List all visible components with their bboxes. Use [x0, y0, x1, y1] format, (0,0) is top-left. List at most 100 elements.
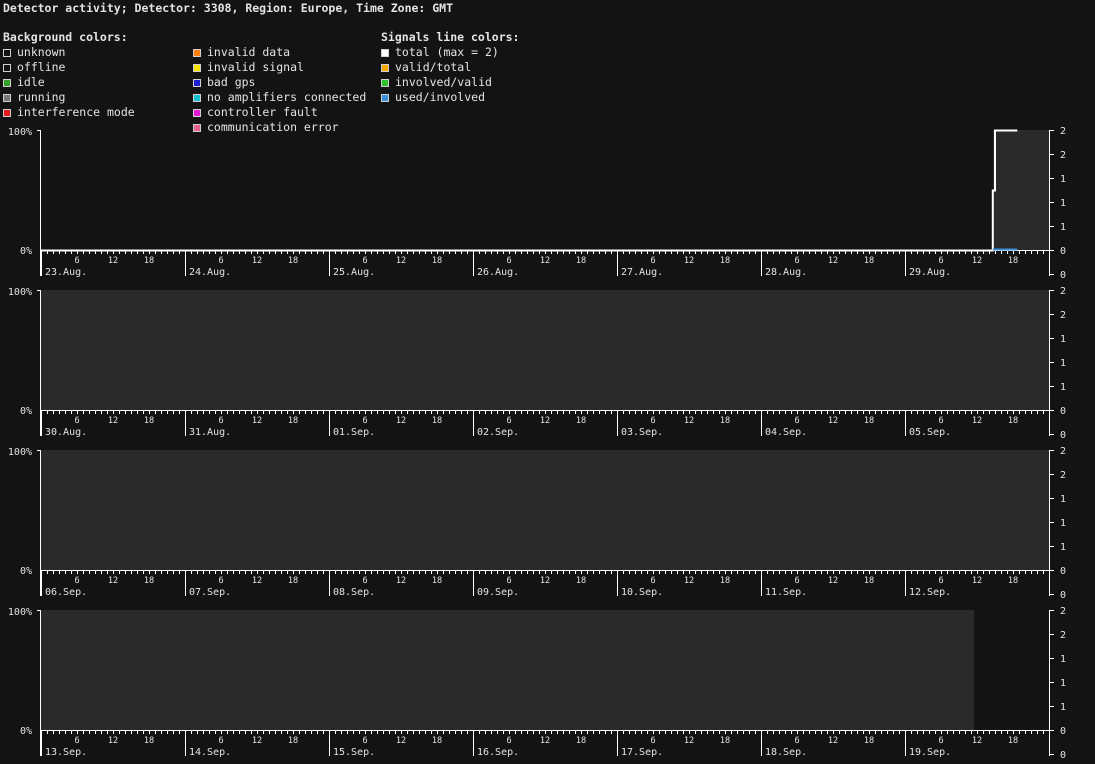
right-axis-label: 1: [1060, 678, 1066, 689]
day-label: 19.Sep.: [909, 747, 951, 758]
day-label: 23.Aug.: [45, 267, 87, 278]
hour-tick-label: 12: [252, 736, 262, 746]
hour-tick-label: 12: [396, 576, 406, 586]
hour-tick-label: 12: [828, 576, 838, 586]
day-label: 25.Aug.: [333, 267, 375, 278]
right-axis-label: 0: [1060, 566, 1066, 577]
hour-tick-label: 12: [396, 416, 406, 426]
hour-tick-label: 12: [252, 256, 262, 266]
day-label: 08.Sep.: [333, 587, 375, 598]
right-axis-label: 0: [1060, 406, 1066, 417]
hour-tick-label: 18: [1008, 736, 1018, 746]
hour-tick-label: 6: [506, 576, 511, 586]
day-label: 10.Sep.: [621, 587, 663, 598]
day-label: 17.Sep.: [621, 747, 663, 758]
day-label: 15.Sep.: [333, 747, 375, 758]
hour-tick-label: 6: [74, 416, 79, 426]
hour-tick-label: 6: [650, 736, 655, 746]
day-label: 29.Aug.: [909, 267, 951, 278]
day-label: 30.Aug.: [45, 427, 87, 438]
hour-tick-label: 18: [432, 416, 442, 426]
day-label: 27.Aug.: [621, 267, 663, 278]
hour-tick-label: 12: [972, 576, 982, 586]
day-label: 28.Aug.: [765, 267, 807, 278]
hour-tick-label: 6: [650, 576, 655, 586]
hour-tick-label: 12: [684, 416, 694, 426]
hour-tick-label: 12: [540, 736, 550, 746]
hour-tick-label: 12: [252, 576, 262, 586]
hour-tick-label: 18: [432, 736, 442, 746]
hour-tick-label: 18: [1008, 256, 1018, 266]
hour-tick-label: 12: [108, 416, 118, 426]
hour-tick-label: 12: [828, 736, 838, 746]
day-label: 01.Sep.: [333, 427, 375, 438]
left-axis-label: 0%: [20, 566, 32, 577]
hour-tick-label: 18: [720, 416, 730, 426]
left-axis-label: 100%: [8, 127, 32, 138]
right-axis-label: 0: [1060, 750, 1066, 761]
day-label: 12.Sep.: [909, 587, 951, 598]
day-label: 02.Sep.: [477, 427, 519, 438]
right-axis-label: 1: [1060, 494, 1066, 505]
running-background: [41, 610, 975, 730]
total-signal-line: [41, 129, 1018, 252]
hour-tick-label: 12: [828, 256, 838, 266]
hour-tick-label: 18: [864, 416, 874, 426]
right-axis-label: 1: [1060, 382, 1066, 393]
hour-tick-label: 6: [218, 416, 223, 426]
hour-tick-label: 18: [864, 576, 874, 586]
hour-tick-label: 18: [288, 416, 298, 426]
hour-tick-label: 12: [252, 416, 262, 426]
hour-tick-label: 18: [864, 256, 874, 266]
running-background: [41, 450, 1049, 570]
right-axis-label: 2: [1060, 150, 1066, 161]
hour-tick-label: 6: [362, 256, 367, 266]
left-axis-label: 100%: [8, 607, 32, 618]
day-label: 24.Aug.: [189, 267, 231, 278]
right-axis-label: 2: [1060, 286, 1066, 297]
hour-tick-label: 12: [972, 416, 982, 426]
hour-tick-label: 6: [74, 256, 79, 266]
hour-tick-label: 12: [828, 416, 838, 426]
hour-tick-label: 6: [506, 416, 511, 426]
left-axis-label: 100%: [8, 447, 32, 458]
hour-tick-label: 6: [938, 576, 943, 586]
hour-tick-label: 12: [108, 736, 118, 746]
right-axis-label: 0: [1060, 726, 1066, 737]
hour-tick-label: 18: [576, 256, 586, 266]
hour-tick-label: 6: [74, 736, 79, 746]
hour-tick-label: 6: [218, 576, 223, 586]
hour-tick-label: 12: [540, 416, 550, 426]
day-label: 09.Sep.: [477, 587, 519, 598]
right-axis-label: 0: [1060, 590, 1066, 601]
hour-tick-label: 6: [506, 256, 511, 266]
hour-tick-label: 6: [218, 256, 223, 266]
chart-panel-3: 100%0%22111006 12 1806.Sep.6 12 1807.Sep.6 12…: [8, 446, 1066, 601]
right-axis-label: 1: [1060, 702, 1066, 713]
hour-tick-label: 6: [794, 736, 799, 746]
right-axis-label: 1: [1060, 222, 1066, 233]
hour-tick-label: 6: [218, 736, 223, 746]
right-axis-label: 1: [1060, 542, 1066, 553]
day-label: 03.Sep.: [621, 427, 663, 438]
right-axis-label: 2: [1060, 310, 1066, 321]
right-axis-label: 0: [1060, 246, 1066, 257]
hour-tick-label: 6: [506, 736, 511, 746]
hour-tick-label: 6: [74, 576, 79, 586]
right-axis-label: 2: [1060, 126, 1066, 137]
hour-tick-label: 6: [362, 416, 367, 426]
right-axis-label: 1: [1060, 654, 1066, 665]
hour-tick-label: 12: [684, 736, 694, 746]
hour-tick-label: 18: [144, 736, 154, 746]
hour-tick-label: 12: [540, 576, 550, 586]
hour-tick-label: 6: [938, 256, 943, 266]
hour-tick-label: 18: [144, 576, 154, 586]
right-axis-label: 1: [1060, 198, 1066, 209]
running-background: [992, 130, 1049, 250]
hour-tick-label: 18: [864, 736, 874, 746]
right-axis-label: 1: [1060, 334, 1066, 345]
day-label: 04.Sep.: [765, 427, 807, 438]
hour-tick-label: 12: [684, 576, 694, 586]
left-axis-label: 100%: [8, 287, 32, 298]
right-axis-label: 2: [1060, 606, 1066, 617]
